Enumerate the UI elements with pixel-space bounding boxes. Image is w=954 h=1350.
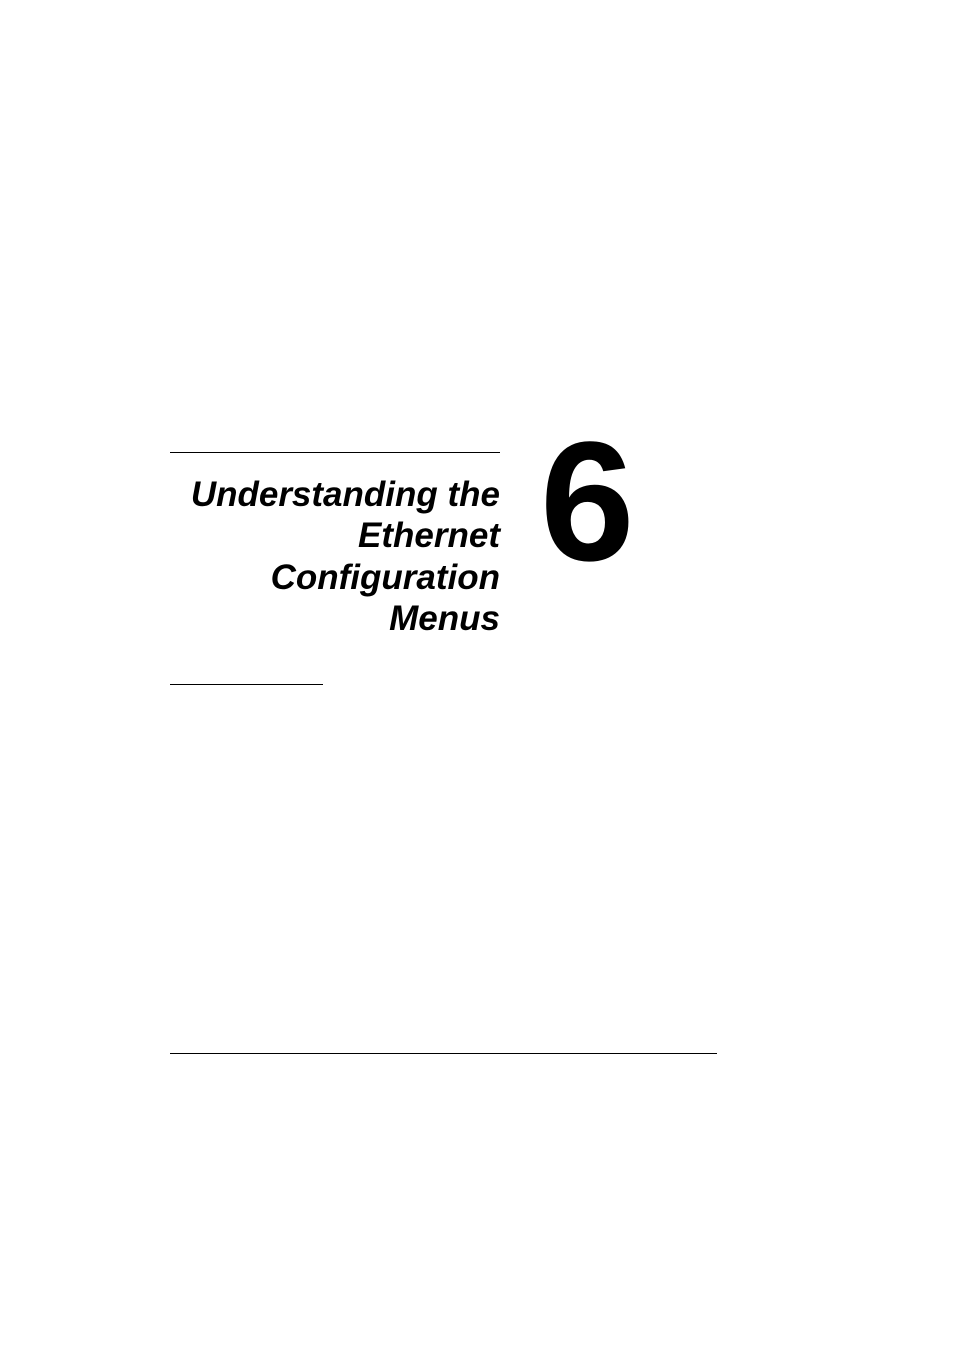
title-rule-top — [170, 452, 500, 453]
page-container: Understanding the Ethernet Configuration… — [0, 0, 954, 1350]
title-rule-bottom — [170, 684, 323, 685]
chapter-title: Understanding the Ethernet Configuration… — [170, 474, 500, 639]
chapter-number: 6 — [540, 404, 627, 600]
footer-rule — [170, 1053, 717, 1054]
